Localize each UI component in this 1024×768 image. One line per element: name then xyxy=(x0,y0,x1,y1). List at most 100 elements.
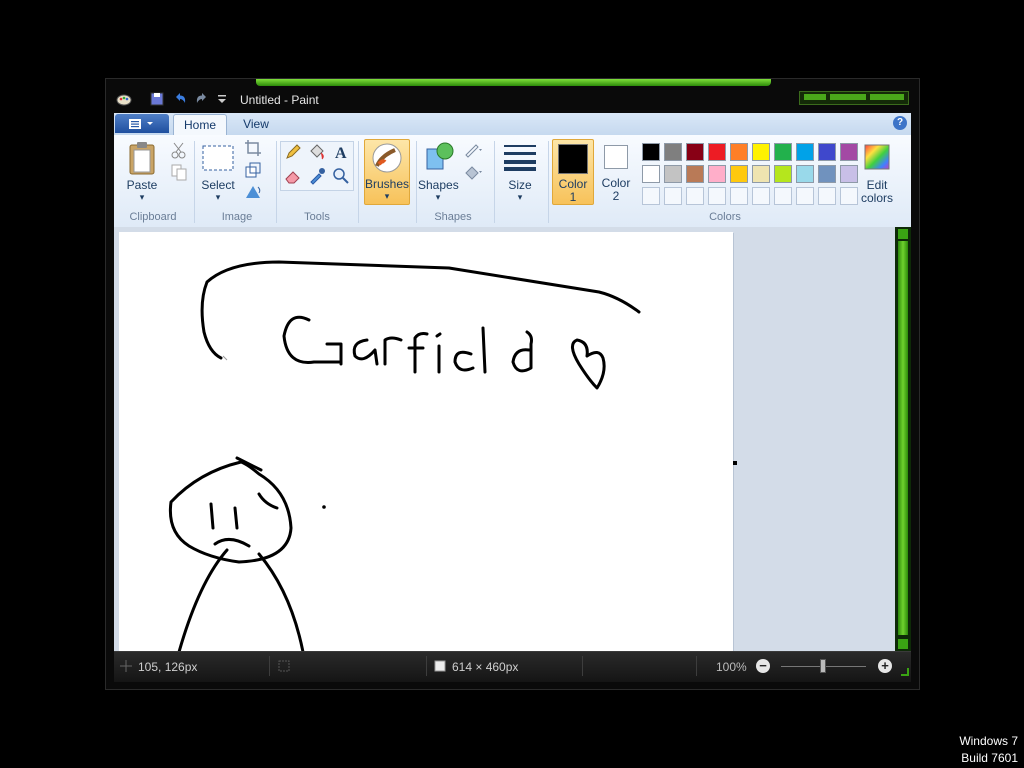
vertical-scrollbar[interactable] xyxy=(895,227,911,651)
palette-swatch[interactable] xyxy=(708,143,726,161)
size-icon[interactable] xyxy=(504,143,536,171)
group-separator xyxy=(416,141,417,223)
window-title: Untitled - Paint xyxy=(240,93,319,107)
edit-colors-button[interactable]: Edit colors xyxy=(856,179,898,205)
palette-swatch[interactable] xyxy=(642,143,660,161)
palette-swatch[interactable] xyxy=(774,143,792,161)
palette-swatch[interactable] xyxy=(752,165,770,183)
os-version-line2: Build 7601 xyxy=(961,751,1018,765)
select-dropdown-icon[interactable]: ▾ xyxy=(198,191,238,204)
palette-swatch[interactable] xyxy=(664,187,682,205)
paste-dropdown-icon[interactable]: ▾ xyxy=(124,191,160,204)
redo-icon[interactable] xyxy=(194,91,210,107)
copy-icon[interactable] xyxy=(170,163,188,181)
palette-swatch[interactable] xyxy=(642,187,660,205)
head-stroke xyxy=(168,460,293,564)
scroll-thumb[interactable] xyxy=(898,241,908,635)
palette-swatch[interactable] xyxy=(642,165,660,183)
ribbon: Paste ▾ Clipboard Select ▾ Image A Tools… xyxy=(114,135,911,228)
palette-swatch[interactable] xyxy=(774,165,792,183)
brush-icon xyxy=(372,143,402,173)
body-stroke xyxy=(177,548,305,654)
palette-swatch[interactable] xyxy=(818,143,836,161)
scroll-down-button[interactable] xyxy=(898,639,908,649)
color1-swatch xyxy=(558,144,588,174)
select-icon[interactable] xyxy=(202,145,234,171)
cut-icon[interactable] xyxy=(170,141,188,159)
customize-quick-access-icon[interactable] xyxy=(214,91,230,107)
shape-fill-icon[interactable] xyxy=(464,163,482,181)
minimize-button[interactable] xyxy=(804,94,826,100)
palette-swatch[interactable] xyxy=(796,143,814,161)
paint-app-icon[interactable] xyxy=(116,91,132,107)
group-separator xyxy=(548,141,549,223)
crop-icon[interactable] xyxy=(244,139,262,157)
paint-window: Untitled - Paint Home View ? Paste ▾ Cli… xyxy=(105,78,920,690)
drawing-canvas[interactable] xyxy=(119,232,733,654)
palette-swatch[interactable] xyxy=(686,187,704,205)
group-separator xyxy=(358,141,359,223)
palette-swatch[interactable] xyxy=(818,187,836,205)
colors-group-label: Colors xyxy=(709,211,741,223)
zoom-slider-thumb[interactable] xyxy=(820,659,826,673)
close-button[interactable] xyxy=(870,94,904,100)
color2-swatch xyxy=(604,145,628,169)
color-picker-icon[interactable] xyxy=(308,167,326,185)
palette-swatch[interactable] xyxy=(664,165,682,183)
palette-swatch[interactable] xyxy=(664,143,682,161)
eraser-icon[interactable] xyxy=(284,167,302,185)
palette-swatch[interactable] xyxy=(730,187,748,205)
menu-icon xyxy=(129,119,153,129)
canvas-drawing xyxy=(168,260,641,654)
brushes-button[interactable]: Brushes ▾ xyxy=(364,139,410,205)
title-glow-bar xyxy=(256,79,771,86)
palette-swatch[interactable] xyxy=(730,165,748,183)
save-icon[interactable] xyxy=(149,91,165,107)
scroll-up-button[interactable] xyxy=(898,229,908,239)
color2-button[interactable]: Color 2 xyxy=(596,139,636,203)
tab-view[interactable]: View xyxy=(236,114,276,135)
status-bar: 105, 126px 614 × 460px 100% − + xyxy=(114,651,911,682)
palette-swatch[interactable] xyxy=(752,143,770,161)
palette-swatch[interactable] xyxy=(686,143,704,161)
palette-swatch[interactable] xyxy=(840,187,858,205)
group-separator xyxy=(194,141,195,223)
edit-colors-icon[interactable] xyxy=(863,143,891,171)
rotate-icon[interactable] xyxy=(244,183,262,201)
zoom-out-button[interactable]: − xyxy=(756,659,770,673)
outline-icon[interactable] xyxy=(464,141,482,159)
palette-swatch[interactable] xyxy=(796,187,814,205)
maximize-button[interactable] xyxy=(830,94,866,100)
palette-swatch[interactable] xyxy=(708,187,726,205)
canvas-resize-handle[interactable] xyxy=(733,461,737,465)
group-separator xyxy=(276,141,277,223)
tab-home[interactable]: Home xyxy=(173,114,227,136)
undo-icon[interactable] xyxy=(172,91,188,107)
size-dropdown-icon[interactable]: ▾ xyxy=(500,191,540,204)
palette-swatch[interactable] xyxy=(730,143,748,161)
paste-icon[interactable] xyxy=(128,141,156,175)
palette-swatch[interactable] xyxy=(752,187,770,205)
help-icon[interactable]: ? xyxy=(893,116,907,130)
magnifier-icon[interactable] xyxy=(332,167,350,185)
pencil-icon[interactable] xyxy=(284,143,302,161)
window-controls xyxy=(799,91,909,105)
resize-grip-icon[interactable] xyxy=(901,668,909,676)
shapes-dropdown-icon[interactable]: ▾ xyxy=(418,191,458,204)
fill-icon[interactable] xyxy=(308,143,326,161)
ribbon-tab-row: Home View ? xyxy=(114,113,911,136)
text-icon[interactable]: A xyxy=(332,143,350,161)
palette-swatch[interactable] xyxy=(686,165,704,183)
palette-swatch[interactable] xyxy=(818,165,836,183)
zoom-in-button[interactable]: + xyxy=(878,659,892,673)
palette-swatch[interactable] xyxy=(796,165,814,183)
palette-swatch[interactable] xyxy=(708,165,726,183)
canvas-size-icon xyxy=(434,660,446,672)
paint-menu-button[interactable] xyxy=(115,114,169,133)
resize-icon[interactable] xyxy=(244,161,262,179)
color1-button[interactable]: Color 1 xyxy=(552,139,594,205)
palette-swatch[interactable] xyxy=(840,143,858,161)
shapes-icon[interactable] xyxy=(424,141,454,171)
palette-swatch[interactable] xyxy=(840,165,858,183)
palette-swatch[interactable] xyxy=(774,187,792,205)
